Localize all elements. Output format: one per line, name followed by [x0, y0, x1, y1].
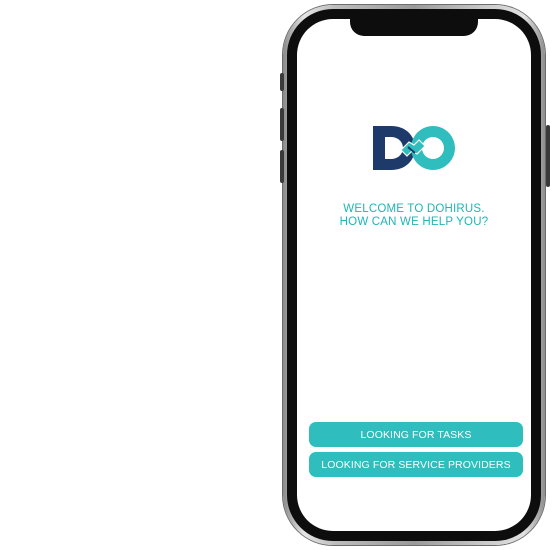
- welcome-subheading: HOW CAN WE HELP YOU?: [339, 216, 489, 228]
- looking-for-service-providers-button[interactable]: LOOKING FOR SERVICE PROVIDERS: [309, 452, 523, 477]
- volume-up-button: [280, 108, 284, 141]
- dohirus-logo-icon: [373, 126, 455, 170]
- volume-down-button: [280, 150, 284, 183]
- app-screen: WELCOME TO DOHIRUS. HOW CAN WE HELP YOU?…: [297, 19, 531, 531]
- mute-switch: [280, 73, 284, 91]
- phone-notch: [350, 19, 478, 36]
- power-button: [546, 125, 550, 187]
- welcome-heading: WELCOME TO DOHIRUS.: [343, 203, 485, 215]
- looking-for-tasks-button[interactable]: LOOKING FOR TASKS: [309, 422, 523, 447]
